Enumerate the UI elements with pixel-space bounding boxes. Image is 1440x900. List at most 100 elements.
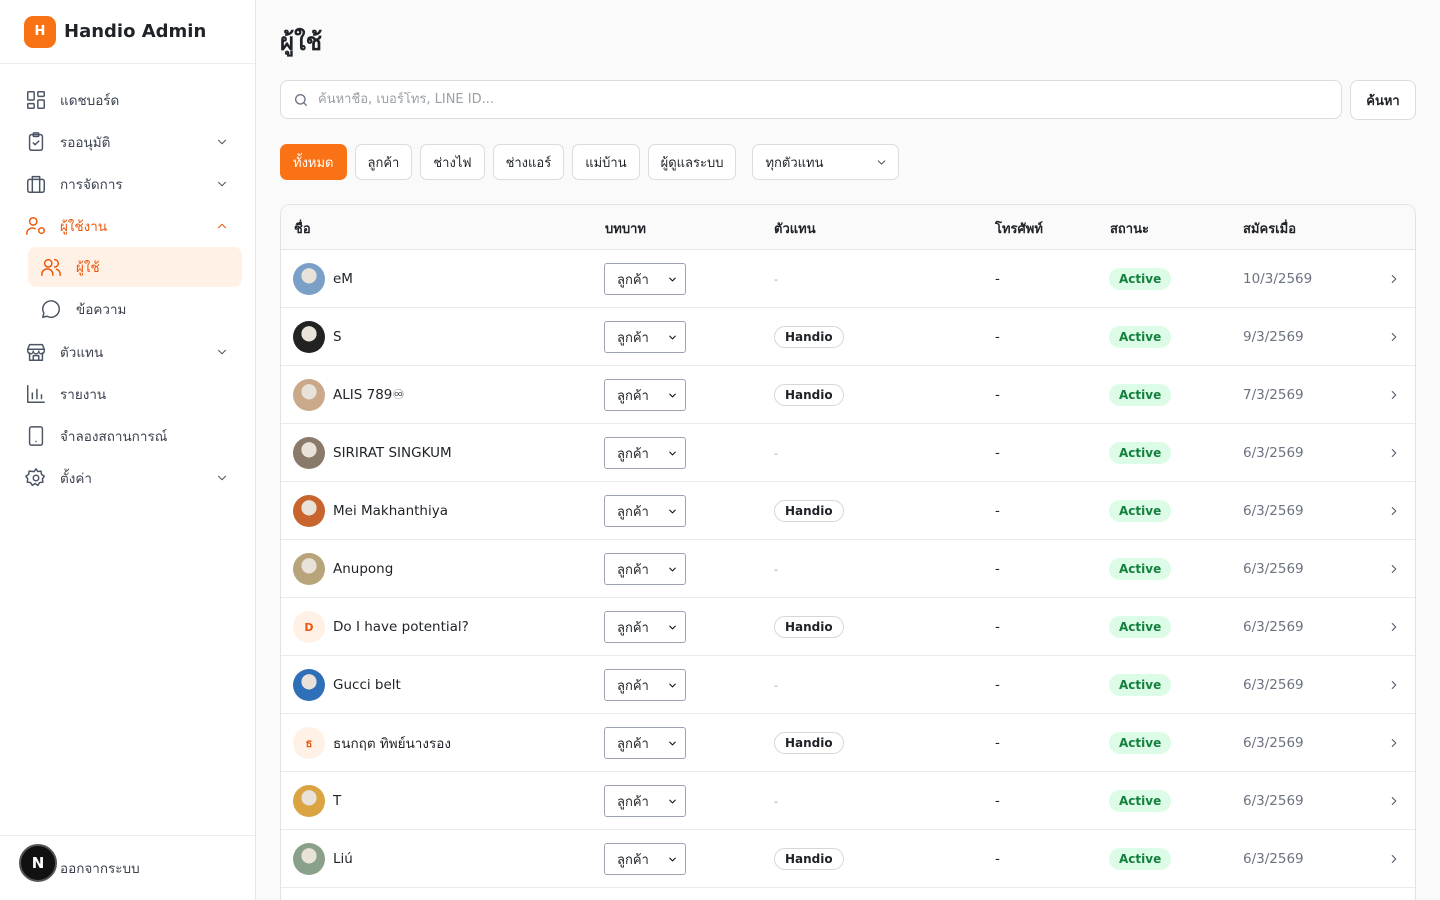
joined-cell: 9/3/2569 xyxy=(1243,308,1304,366)
chevron-right-icon[interactable] xyxy=(1387,794,1401,808)
nav-label: ตั้งค่า xyxy=(60,471,92,487)
chevron-right-icon[interactable] xyxy=(1387,852,1401,866)
column-header-joined[interactable]: สมัครเมื่อ xyxy=(1243,218,1296,239)
brand-name: Handio Admin xyxy=(64,21,207,42)
phone-cell: - xyxy=(995,598,1000,656)
filter-chip-all[interactable]: ทั้งหมด xyxy=(280,144,347,180)
name-cell: Liú xyxy=(293,830,353,888)
sidebar-item-users[interactable]: ผู้ใช้ xyxy=(28,247,242,287)
role-select[interactable]: ลูกค้า xyxy=(604,669,686,701)
user-name: eM xyxy=(333,271,353,287)
column-header-agent[interactable]: ตัวแทน xyxy=(774,218,816,239)
filter-chip-customer[interactable]: ลูกค้า xyxy=(354,144,413,180)
role-cell: ลูกค้า xyxy=(604,482,686,540)
agent-filter-select[interactable]: ทุกตัวแทน xyxy=(752,144,900,180)
user-name: Gucci belt xyxy=(333,677,401,693)
nav-item-simulation[interactable]: จำลองสถานการณ์ xyxy=(0,415,255,457)
agent-empty: - xyxy=(774,678,778,692)
status-badge: Active xyxy=(1109,674,1172,696)
chevron-right-icon[interactable] xyxy=(1387,736,1401,750)
nav-item-dashboard[interactable]: แดชบอร์ด xyxy=(0,79,255,121)
role-select[interactable]: ลูกค้า xyxy=(604,379,686,411)
role-value: ลูกค้า xyxy=(617,678,649,694)
filter-chip-housekeeper[interactable]: แม่บ้าน xyxy=(572,144,640,180)
chevron-right-icon[interactable] xyxy=(1387,678,1401,692)
avatar xyxy=(293,437,325,469)
column-header-role[interactable]: บทบาท xyxy=(605,218,646,239)
joined-cell: 6/3/2569 xyxy=(1243,830,1304,888)
nav-item-users-group[interactable]: ผู้ใช้งาน xyxy=(0,205,255,247)
joined-cell: 6/3/2569 xyxy=(1243,714,1304,772)
role-select[interactable]: ลูกค้า xyxy=(604,495,686,527)
table-row[interactable]: D Do I have potential? ลูกค้า Handio - Active… xyxy=(281,598,1415,656)
joined-cell: 6/3/2569 xyxy=(1243,656,1304,714)
table-row[interactable]: ALIS 789♾ ลูกค้า Handio - Active 7/3/2569 xyxy=(281,366,1415,424)
chevron-right-icon[interactable] xyxy=(1387,388,1401,402)
sidebar-item-messages[interactable]: ข้อความ xyxy=(28,289,242,329)
status-cell: Active xyxy=(1109,366,1172,424)
filter-chip-electrician[interactable]: ช่างไฟ xyxy=(420,144,485,180)
table-row[interactable]: Anupong ลูกค้า - - Active 6/3/2569 xyxy=(281,540,1415,598)
table-row[interactable]: T ลูกค้า - - Active 6/3/2569 xyxy=(281,772,1415,830)
status-cell: Active xyxy=(1109,830,1172,888)
filter-chip-admin[interactable]: ผู้ดูแลระบบ xyxy=(647,144,737,180)
name-cell: S xyxy=(293,308,342,366)
phone-value: - xyxy=(995,329,1000,345)
table-row[interactable]: Liú ลูกค้า Handio - Active 6/3/2569 xyxy=(281,830,1415,888)
nav-item-agents[interactable]: ตัวแทน xyxy=(0,331,255,373)
table-row[interactable]: S ลูกค้า Handio - Active 9/3/2569 xyxy=(281,308,1415,366)
role-select[interactable]: ลูกค้า xyxy=(604,843,686,875)
chevron-right-icon[interactable] xyxy=(1387,330,1401,344)
chevron-down-icon xyxy=(667,506,678,517)
table-row[interactable]: eM ลูกค้า - - Active 10/3/2569 xyxy=(281,250,1415,308)
chevron-right-icon[interactable] xyxy=(1387,272,1401,286)
joined-date: 6/3/2569 xyxy=(1243,561,1304,577)
role-select[interactable]: ลูกค้า xyxy=(604,611,686,643)
role-select[interactable]: ลูกค้า xyxy=(604,321,686,353)
role-select[interactable]: ลูกค้า xyxy=(604,727,686,759)
agent-cell: - xyxy=(774,250,778,308)
chevron-right-icon[interactable] xyxy=(1387,620,1401,634)
agent-cell: - xyxy=(774,540,778,598)
chevron-right-icon[interactable] xyxy=(1387,504,1401,518)
table-row[interactable]: ธ ธนกฤต ทิพย์นางรอง ลูกค้า Handio - Active 6/3… xyxy=(281,714,1415,772)
phone-cell: - xyxy=(995,714,1000,772)
table-row[interactable]: SIRIRAT SINGKUM ลูกค้า - - Active 6/3/2569 xyxy=(281,424,1415,482)
chevron-right-icon[interactable] xyxy=(1387,446,1401,460)
nav-item-approvals[interactable]: รออนุมัติ xyxy=(0,121,255,163)
avatar xyxy=(293,263,325,295)
chevron-right-icon[interactable] xyxy=(1387,562,1401,576)
agent-cell: Handio xyxy=(774,598,844,656)
bar-chart-icon xyxy=(25,383,47,405)
user-avatar[interactable]: N xyxy=(19,844,57,882)
role-select[interactable]: ลูกค้า xyxy=(604,785,686,817)
name-cell: Anupong xyxy=(293,540,393,598)
nav-item-management[interactable]: การจัดการ xyxy=(0,163,255,205)
brand[interactable]: H Handio Admin xyxy=(0,0,255,64)
nav-label: การจัดการ xyxy=(60,177,123,193)
logout-label: ออกจากระบบ xyxy=(60,861,140,877)
agent-badge: Handio xyxy=(774,732,844,754)
agent-cell: Handio xyxy=(774,482,844,540)
column-header-name[interactable]: ชื่อ xyxy=(294,218,311,239)
status-badge: Active xyxy=(1109,732,1172,754)
table-row[interactable]: Mei Makhanthiya ลูกค้า Handio - Active 6/3/25… xyxy=(281,482,1415,540)
filter-chip-aircon-tech[interactable]: ช่างแอร์ xyxy=(492,144,565,180)
logout-button[interactable]: N ออกจากระบบ xyxy=(0,835,255,900)
role-select[interactable]: ลูกค้า xyxy=(604,553,686,585)
search-box[interactable] xyxy=(280,80,1342,119)
nav-item-settings[interactable]: ตั้งค่า xyxy=(0,457,255,499)
status-cell: Active xyxy=(1109,540,1172,598)
table-row[interactable]: Gucci belt ลูกค้า - - Active 6/3/2569 xyxy=(281,656,1415,714)
column-header-status[interactable]: สถานะ xyxy=(1110,218,1149,239)
nav-item-reports[interactable]: รายงาน xyxy=(0,373,255,415)
role-select[interactable]: ลูกค้า xyxy=(604,263,686,295)
phone-value: - xyxy=(995,619,1000,635)
joined-date: 6/3/2569 xyxy=(1243,619,1304,635)
role-value: ลูกค้า xyxy=(617,620,649,636)
role-select[interactable]: ลูกค้า xyxy=(604,437,686,469)
search-button[interactable]: ค้นหา xyxy=(1350,80,1416,120)
phone-value: - xyxy=(995,735,1000,751)
search-input[interactable] xyxy=(318,92,1318,107)
column-header-phone[interactable]: โทรศัพท์ xyxy=(995,218,1043,239)
